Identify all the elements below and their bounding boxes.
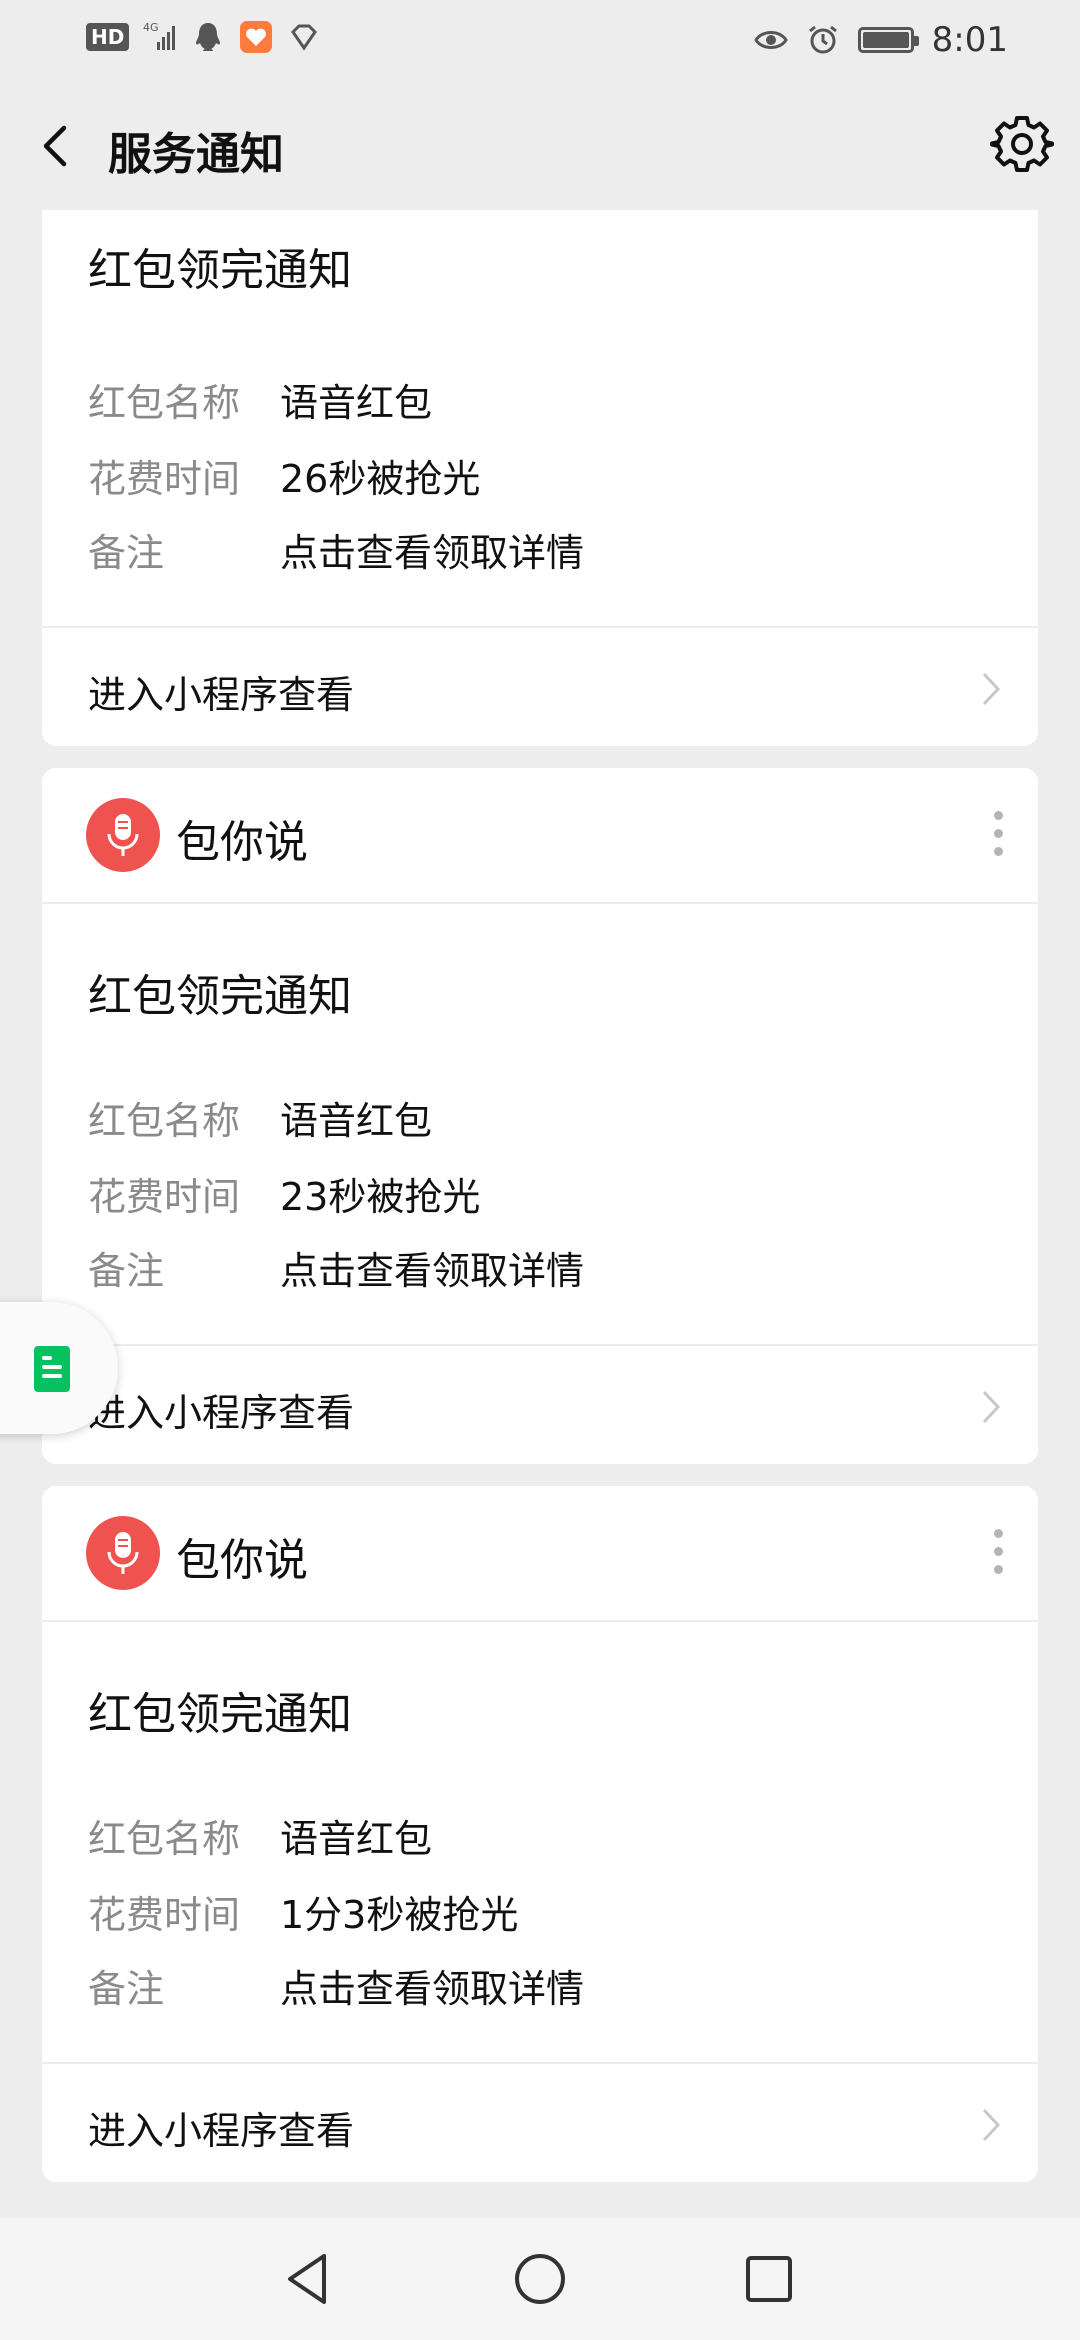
- card-body: 红包领完通知 红包名称 语音红包 花费时间 26秒被抢光 备注 点击查看领取详情: [42, 210, 1038, 628]
- card-body: 红包领完通知 红包名称 语音红包 花费时间 23秒被抢光 备注 点击查看领取详情: [42, 904, 1038, 1348]
- field-key: 花费时间: [88, 1175, 241, 1219]
- field-key: 红包名称: [88, 1817, 241, 1861]
- microphone-icon: [86, 798, 160, 872]
- field-value: 语音红包: [280, 1099, 433, 1143]
- status-right: 8:01: [753, 20, 1008, 60]
- nav-bar: 服务通知: [0, 82, 1080, 210]
- hd-icon: HD: [86, 23, 130, 51]
- footer-label: 进入小程序查看: [88, 673, 355, 717]
- field-row: 红包名称 语音红包: [88, 1090, 432, 1145]
- chevron-right-icon: [982, 1390, 1001, 1424]
- field-value: 语音红包: [280, 381, 433, 425]
- card-header: 包你说: [42, 1486, 1038, 1622]
- field-key: 花费时间: [88, 457, 241, 501]
- field-value: 23秒被抢光: [280, 1175, 481, 1219]
- chevron-right-icon: [982, 2108, 1001, 2142]
- battery-icon: [857, 27, 919, 53]
- field-key: 红包名称: [88, 1099, 241, 1143]
- field-value: 点击查看领取详情: [280, 1967, 585, 2011]
- signal-icon: 4G: [143, 21, 176, 50]
- eye-icon: [753, 31, 788, 49]
- field-key: 备注: [88, 1249, 165, 1293]
- field-key: 备注: [88, 531, 165, 575]
- notice-title: 红包领完通知: [88, 971, 352, 1022]
- more-icon[interactable]: [988, 806, 1008, 866]
- open-miniprogram-link[interactable]: 进入小程序查看: [42, 2062, 1038, 2182]
- open-miniprogram-link[interactable]: 进入小程序查看: [42, 626, 1038, 746]
- field-key: 备注: [88, 1967, 165, 2011]
- field-row: 花费时间 1分3秒被抢光: [88, 1884, 518, 1939]
- nav-recents-icon[interactable]: [738, 2248, 800, 2310]
- field-row: 备注 点击查看领取详情: [88, 1958, 584, 2013]
- signal-label: 4G: [143, 21, 159, 34]
- app-name: 包你说: [176, 817, 308, 868]
- nav-back-icon[interactable]: [278, 2248, 340, 2310]
- field-key: 红包名称: [88, 381, 241, 425]
- alarm-icon: [808, 25, 837, 54]
- notification-card[interactable]: 红包领完通知 红包名称 语音红包 花费时间 26秒被抢光 备注 点击查看领取详情…: [42, 210, 1038, 746]
- notice-title: 红包领完通知: [88, 1689, 352, 1740]
- card-body: 红包领完通知 红包名称 语音红包 花费时间 1分3秒被抢光 备注 点击查看领取详…: [42, 1622, 1038, 2066]
- field-value: 1分3秒被抢光: [280, 1893, 519, 1937]
- system-nav-bar: [0, 2218, 1080, 2340]
- card-header: 包你说: [42, 768, 1038, 904]
- qq-icon: [196, 23, 221, 51]
- field-row: 花费时间 23秒被抢光: [88, 1166, 480, 1221]
- field-value: 26秒被抢光: [280, 457, 481, 501]
- microphone-icon: [86, 1516, 160, 1590]
- vpn-icon: [291, 24, 318, 51]
- footer-label: 进入小程序查看: [88, 2109, 355, 2153]
- field-row: 备注 点击查看领取详情: [88, 1240, 584, 1295]
- nav-home-icon[interactable]: [509, 2248, 571, 2310]
- back-arrow-icon[interactable]: [28, 116, 88, 176]
- health-app-icon: [240, 21, 273, 53]
- status-bar: HD 4G 8:01: [0, 0, 1080, 82]
- field-row: 备注 点击查看领取详情: [88, 522, 584, 577]
- field-row: 花费时间 26秒被抢光: [88, 448, 480, 503]
- footer-label: 进入小程序查看: [88, 1391, 355, 1435]
- open-miniprogram-link[interactable]: 进入小程序查看: [42, 1344, 1038, 1464]
- notification-card[interactable]: 包你说 红包领完通知 红包名称 语音红包 花费时间 23秒被抢光 备注 点击查看…: [42, 768, 1038, 1464]
- status-left: HD 4G: [86, 20, 321, 54]
- field-row: 红包名称 语音红包: [88, 372, 432, 427]
- document-icon: [34, 1346, 70, 1392]
- gear-icon[interactable]: [990, 112, 1054, 176]
- notification-card[interactable]: 包你说 红包领完通知 红包名称 语音红包 花费时间 1分3秒被抢光 备注 点击查…: [42, 1486, 1038, 2182]
- status-time: 8:01: [931, 20, 1008, 60]
- field-row: 红包名称 语音红包: [88, 1808, 432, 1863]
- field-value: 点击查看领取详情: [280, 1249, 585, 1293]
- field-value: 点击查看领取详情: [280, 531, 585, 575]
- more-icon[interactable]: [988, 1524, 1008, 1584]
- chevron-right-icon: [982, 672, 1001, 706]
- field-value: 语音红包: [280, 1817, 433, 1861]
- field-key: 花费时间: [88, 1893, 241, 1937]
- page-title: 服务通知: [108, 129, 284, 180]
- app-name: 包你说: [176, 1535, 308, 1586]
- notice-title: 红包领完通知: [88, 245, 352, 296]
